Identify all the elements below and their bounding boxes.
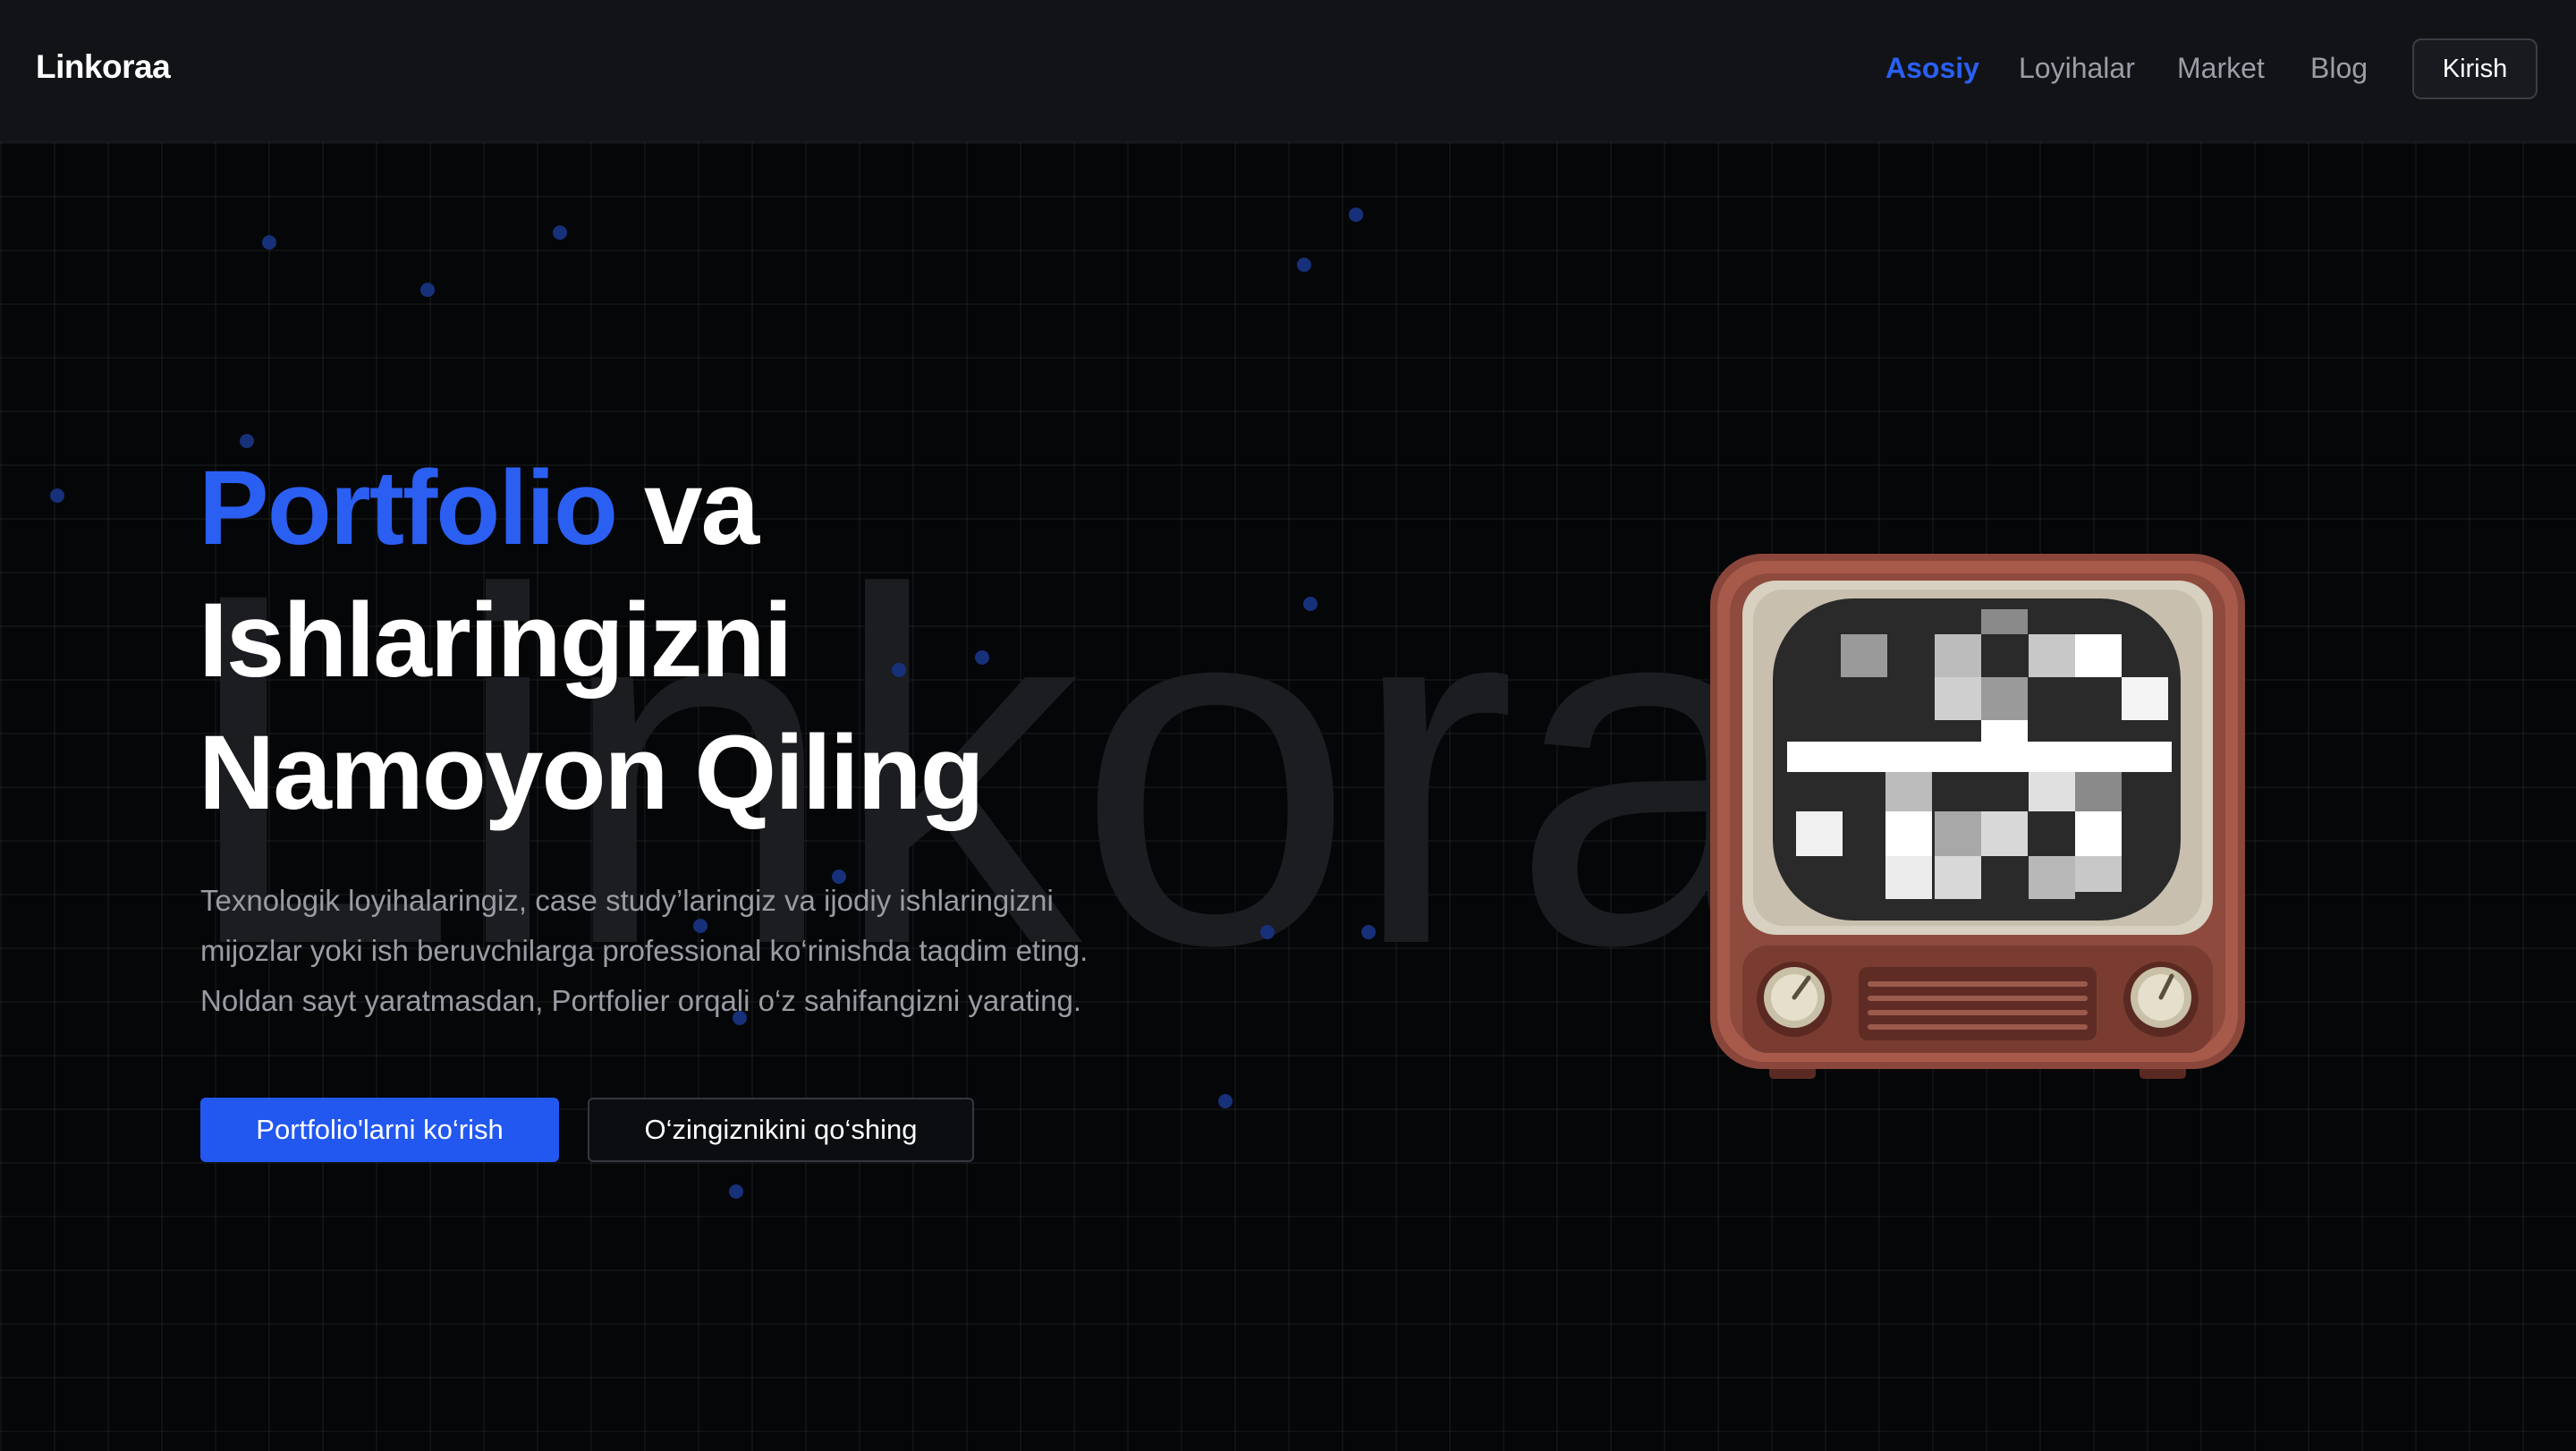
tv-speaker-grill [1859,967,2097,1040]
decor-dot [1218,1094,1233,1108]
login-button[interactable]: Kirish [2412,38,2538,99]
hero-title-rest: va [616,449,759,567]
decor-dot [729,1184,743,1199]
hero-description-line: Noldan sayt yaratmasdan, Portfolier orqa… [200,984,1082,1017]
decor-dot [420,283,435,297]
decor-dot [1361,925,1376,939]
nav-link-market[interactable]: Market [2177,52,2265,85]
tv-knob-right [2123,962,2199,1037]
nav-link-loyihalar[interactable]: Loyihalar [2019,52,2135,85]
hero-section: Linkoraa Portfolio va Ishlaringizni Namo… [0,142,2576,1451]
nav-link-blog[interactable]: Blog [2310,52,2368,85]
decor-dot [262,235,276,250]
decor-dot [50,488,64,503]
decor-dot [1260,925,1275,939]
hero-description-line: Texnologik loyihalaringiz, case study’la… [200,884,1054,917]
decor-dot [1349,208,1363,222]
hero-description: Texnologik loyihalaringiz, case study’la… [200,876,1202,1026]
tv-knob-left [1757,962,1832,1037]
decor-dot [553,225,567,240]
hero-title-accent: Portfolio [199,449,618,567]
add-yours-button[interactable]: O‘zingiznikini qo‘shing [588,1098,974,1162]
brand-logo[interactable]: Linkoraa [36,48,171,86]
nav-link-asosiy[interactable]: Asosiy [1885,52,1979,85]
hero-description-line: mijozlar yoki ish beruvchilarga professi… [200,934,1089,967]
top-navbar: Linkoraa Asosiy Loyihalar Market Blog Ki… [0,0,2576,142]
retro-tv-icon [1710,554,2245,1079]
decor-dot [1297,258,1311,272]
hero-title-line-2: Ishlaringizni [199,581,792,700]
hero-title: Portfolio va Ishlaringizni Namoyon Qilin… [199,442,985,839]
hero-title-line-3: Namoyon Qiling [199,714,985,832]
decor-dot [1303,597,1318,611]
view-portfolios-button[interactable]: Portfolio'larni ko‘rish [200,1098,559,1162]
